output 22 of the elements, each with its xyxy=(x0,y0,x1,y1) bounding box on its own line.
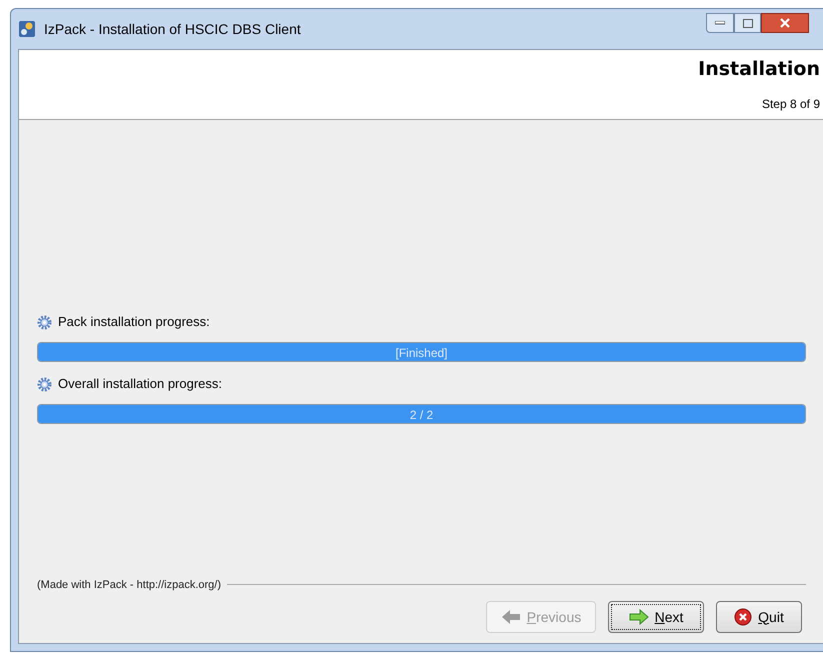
maximize-icon xyxy=(742,18,752,28)
gear-icon xyxy=(37,376,52,392)
gear-icon xyxy=(37,314,52,330)
app-icon xyxy=(18,20,36,38)
credit-text: (Made with IzPack - http://izpack.org/) xyxy=(37,578,222,592)
page-title: Installation xyxy=(698,57,820,81)
progress-reading: 2 / 2 xyxy=(410,407,434,423)
maximize-button[interactable] xyxy=(734,13,761,33)
quit-button[interactable]: Quit xyxy=(716,601,802,633)
stop-icon xyxy=(734,608,752,626)
close-icon xyxy=(780,18,790,28)
close-button[interactable] xyxy=(761,13,809,33)
progress-label: Overall installation progress: xyxy=(58,375,222,394)
next-button[interactable]: Next xyxy=(608,601,704,633)
left-arrow-icon xyxy=(500,609,521,625)
progress-reading: [Finished] xyxy=(395,345,448,361)
window-title: IzPack - Installation of HSCIC DBS Client xyxy=(44,20,301,38)
right-arrow-icon xyxy=(628,609,649,625)
minimize-button[interactable] xyxy=(706,13,734,33)
step-label: Step 8 of 9 xyxy=(762,96,820,113)
minimize-icon xyxy=(715,21,725,25)
progress-label: Pack installation progress: xyxy=(58,313,210,332)
